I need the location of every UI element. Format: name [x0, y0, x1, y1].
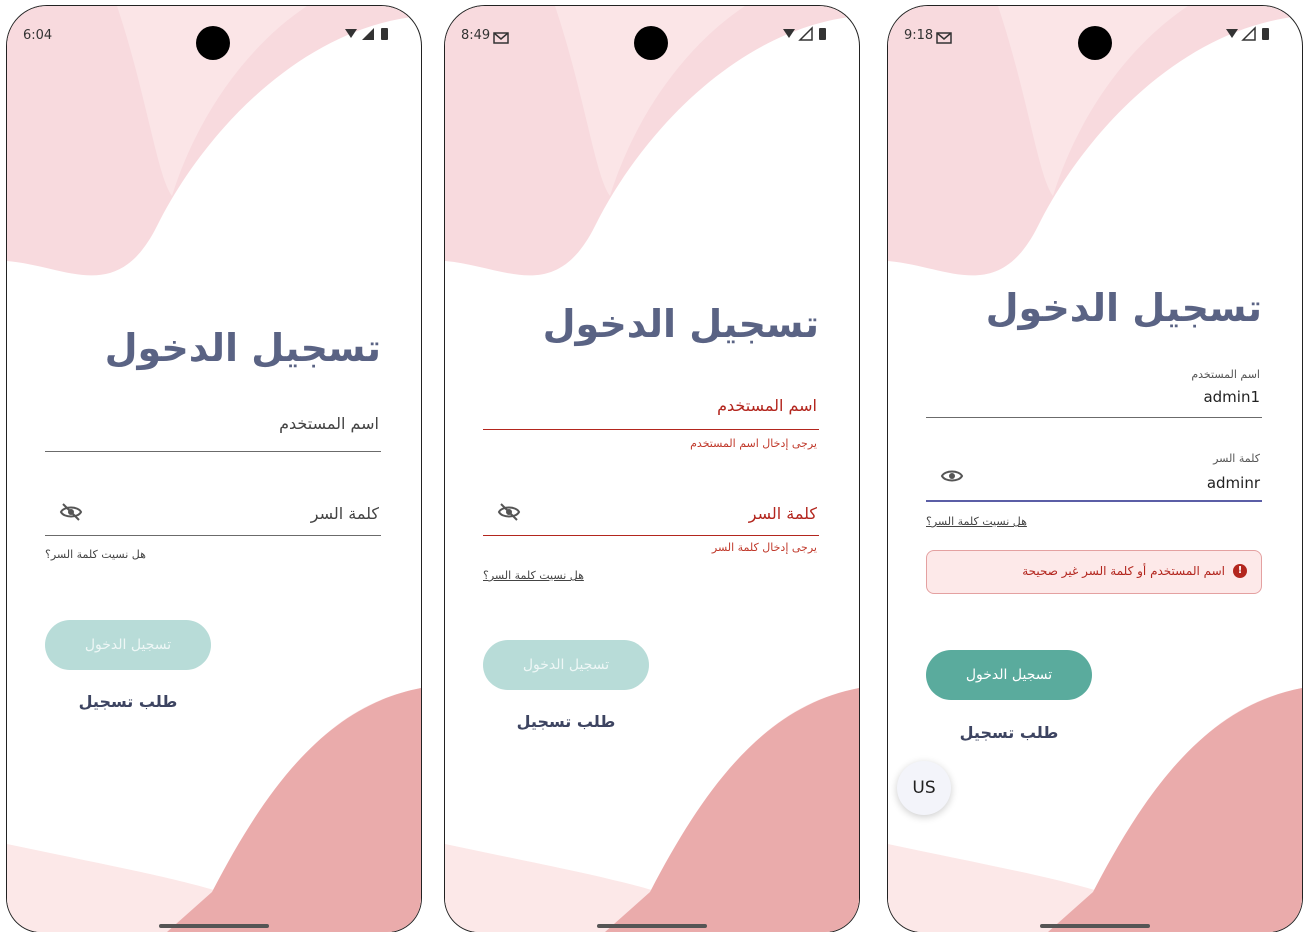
username-field[interactable]: اسم المستخدم admin1	[926, 368, 1262, 418]
home-indicator[interactable]	[597, 924, 707, 928]
password-label: كلمة السر	[310, 504, 379, 523]
login-button[interactable]: تسجيل الدخول	[483, 640, 649, 690]
camera-cutout	[634, 26, 668, 60]
password-error: يرجى إدخال كلمة السر	[711, 541, 817, 554]
page-title: تسجيل الدخول	[104, 326, 381, 370]
register-link[interactable]: طلب تسجيل	[483, 712, 649, 731]
status-icons	[1226, 26, 1269, 41]
username-field[interactable]: اسم المستخدم	[45, 406, 381, 452]
status-bar: 6:04	[7, 6, 421, 60]
eye-icon[interactable]	[940, 464, 964, 488]
password-field[interactable]: كلمة السر	[45, 490, 381, 536]
phone-screen-1: 6:04 تسجيل الدخول اسم المستخدم كلمة السر…	[7, 6, 421, 932]
mail-icon	[493, 32, 509, 44]
error-alert: ! اسم المستخدم أو كلمة السر غير صحيحة	[926, 550, 1262, 594]
language-button[interactable]: US	[897, 761, 951, 815]
phone-screen-2: 8:49 تسجيل الدخول اسم المستخدم يرجى إدخا…	[445, 6, 859, 932]
register-link[interactable]: طلب تسجيل	[926, 723, 1092, 742]
background-waves	[7, 6, 421, 932]
username-label: اسم المستخدم	[279, 414, 379, 433]
username-value: admin1	[1203, 388, 1260, 406]
error-icon: !	[1233, 564, 1247, 578]
username-field[interactable]: اسم المستخدم	[483, 384, 819, 430]
login-button[interactable]: تسجيل الدخول	[45, 620, 211, 670]
error-alert-text: اسم المستخدم أو كلمة السر غير صحيحة	[1022, 564, 1225, 578]
status-bar: 9:18	[888, 6, 1302, 60]
status-icons	[783, 26, 826, 41]
camera-cutout	[1078, 26, 1112, 60]
status-bar: 8:49	[445, 6, 859, 60]
page-title: تسجيل الدخول	[985, 286, 1262, 330]
home-indicator[interactable]	[159, 924, 269, 928]
password-label: كلمة السر	[748, 504, 817, 523]
forgot-password-link[interactable]: هل نسيت كلمة السر؟	[926, 515, 1027, 528]
password-field[interactable]: كلمة السر adminr	[926, 452, 1262, 502]
phone-screen-3: 9:18 تسجيل الدخول اسم المستخدم admin1 كل…	[888, 6, 1302, 932]
home-indicator[interactable]	[1040, 924, 1150, 928]
forgot-password-link[interactable]: هل نسيت كلمة السر؟	[483, 569, 584, 582]
background-waves	[445, 6, 859, 932]
eye-off-icon[interactable]	[59, 500, 83, 524]
status-icons	[345, 28, 388, 40]
status-time: 9:18	[904, 28, 934, 43]
username-label: اسم المستخدم	[1191, 368, 1260, 381]
forgot-password-link[interactable]: هل نسيت كلمة السر؟	[45, 548, 146, 561]
password-value: adminr	[1206, 474, 1260, 492]
login-button[interactable]: تسجيل الدخول	[926, 650, 1092, 700]
status-time: 8:49	[461, 28, 491, 43]
username-label: اسم المستخدم	[717, 396, 817, 415]
eye-off-icon[interactable]	[497, 500, 521, 524]
register-link[interactable]: طلب تسجيل	[45, 692, 211, 711]
username-error: يرجى إدخال اسم المستخدم	[690, 437, 817, 450]
camera-cutout	[196, 26, 230, 60]
page-title: تسجيل الدخول	[542, 302, 819, 346]
password-label: كلمة السر	[1213, 452, 1260, 465]
password-field[interactable]: كلمة السر	[483, 490, 819, 536]
mail-icon	[936, 32, 952, 44]
status-time: 6:04	[23, 28, 53, 43]
